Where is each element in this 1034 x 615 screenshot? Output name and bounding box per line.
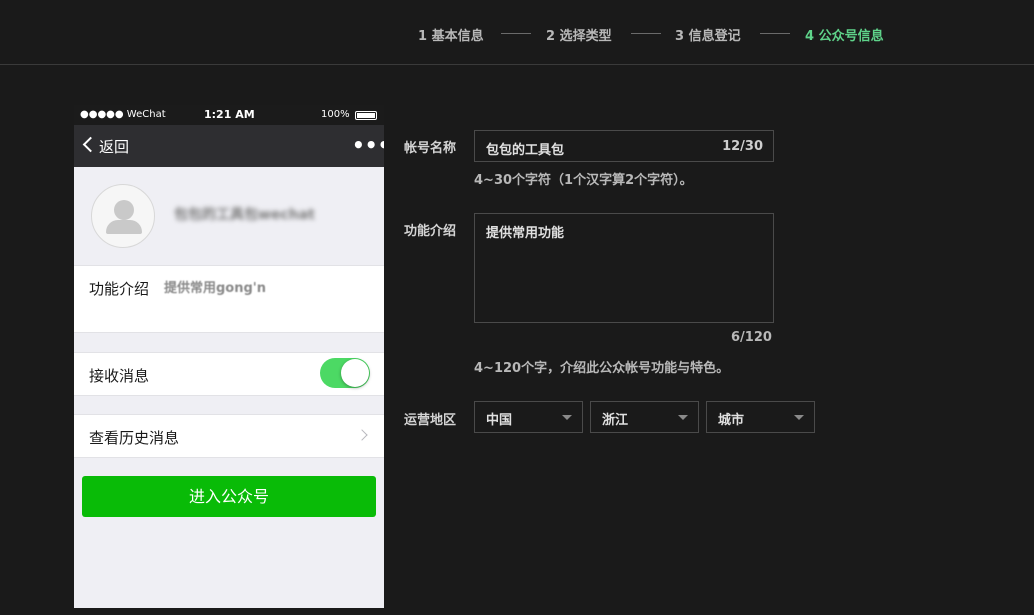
account-name-blurred: 包包的工具包wechat bbox=[174, 207, 315, 223]
step-divider bbox=[760, 33, 790, 34]
status-time: 1:21 AM bbox=[204, 108, 255, 121]
region-label: 运营地区 bbox=[404, 413, 457, 428]
history-messages-label: 查看历史消息 bbox=[89, 429, 180, 447]
toggle-knob bbox=[341, 359, 369, 387]
battery-percent: 100% bbox=[321, 109, 350, 120]
country-select[interactable]: 中国 bbox=[474, 401, 583, 433]
account-name-input[interactable]: 包包的工具包 12/30 bbox=[474, 130, 774, 162]
step-3-registration: 3 信息登记 bbox=[675, 29, 741, 44]
receive-messages-toggle[interactable] bbox=[320, 358, 370, 388]
receive-messages-cell: 接收消息 bbox=[74, 352, 384, 396]
func-intro-cell: 功能介绍 提供常用gong'n bbox=[74, 265, 384, 333]
function-intro-value: 提供常用功能 bbox=[486, 226, 565, 241]
chevron-right-icon bbox=[356, 429, 368, 441]
function-intro-textarea[interactable]: 提供常用功能 bbox=[474, 213, 774, 323]
chevron-left-icon[interactable] bbox=[82, 136, 99, 153]
status-bar: ●●●●● WeChat ︎ 1:21 AM 100% bbox=[74, 105, 384, 125]
phone-preview: ●●●●● WeChat ︎ 1:21 AM 100% 返回 ••• 包包的工具… bbox=[74, 105, 384, 608]
back-button[interactable]: 返回 bbox=[99, 136, 129, 157]
country-value: 中国 bbox=[486, 413, 513, 428]
history-messages-cell[interactable]: 查看历史消息 bbox=[74, 414, 384, 458]
receive-messages-label: 接收消息 bbox=[89, 367, 150, 385]
carrier-signal: ●●●●● WeChat ︎ bbox=[80, 109, 169, 120]
battery-icon bbox=[355, 111, 377, 120]
step-divider bbox=[631, 33, 661, 34]
account-name-value: 包包的工具包 bbox=[486, 143, 565, 158]
caret-down-icon bbox=[794, 415, 804, 420]
default-avatar-icon bbox=[91, 184, 155, 248]
province-value: 浙江 bbox=[602, 413, 629, 428]
avatar-body-shape bbox=[106, 220, 142, 234]
step-1-basic-info: 1 基本信息 bbox=[418, 29, 484, 44]
nav-bar: 返回 ••• bbox=[74, 125, 384, 167]
caret-down-icon bbox=[678, 415, 688, 420]
province-select[interactable]: 浙江 bbox=[590, 401, 699, 433]
city-value: 城市 bbox=[718, 413, 745, 428]
city-select[interactable]: 城市 bbox=[706, 401, 815, 433]
avatar-head-shape bbox=[114, 200, 134, 220]
step-2-select-type: 2 选择类型 bbox=[546, 29, 612, 44]
func-intro-value: 提供常用gong'n bbox=[164, 281, 267, 296]
account-name-label: 帐号名称 bbox=[404, 141, 457, 156]
account-name-hint: 4~30个字符（1个汉字算2个字符）。 bbox=[474, 173, 693, 188]
more-dots-icon[interactable]: ••• bbox=[352, 133, 384, 157]
step-progress-bar: 1 基本信息 2 选择类型 3 信息登记 4 公众号信息 bbox=[0, 0, 1034, 65]
enter-account-button[interactable]: 进入公众号 bbox=[82, 476, 376, 517]
profile-header: 包包的工具包wechat bbox=[74, 167, 384, 265]
function-intro-count: 6/120 bbox=[731, 330, 772, 345]
func-intro-label: 功能介绍 bbox=[89, 280, 150, 298]
function-intro-hint: 4~120个字，介绍此公众帐号功能与特色。 bbox=[474, 361, 730, 376]
function-intro-label: 功能介绍 bbox=[404, 224, 457, 239]
step-4-account-info: 4 公众号信息 bbox=[805, 29, 884, 44]
caret-down-icon bbox=[562, 415, 572, 420]
account-name-count: 12/30 bbox=[722, 139, 763, 154]
step-divider bbox=[501, 33, 531, 34]
